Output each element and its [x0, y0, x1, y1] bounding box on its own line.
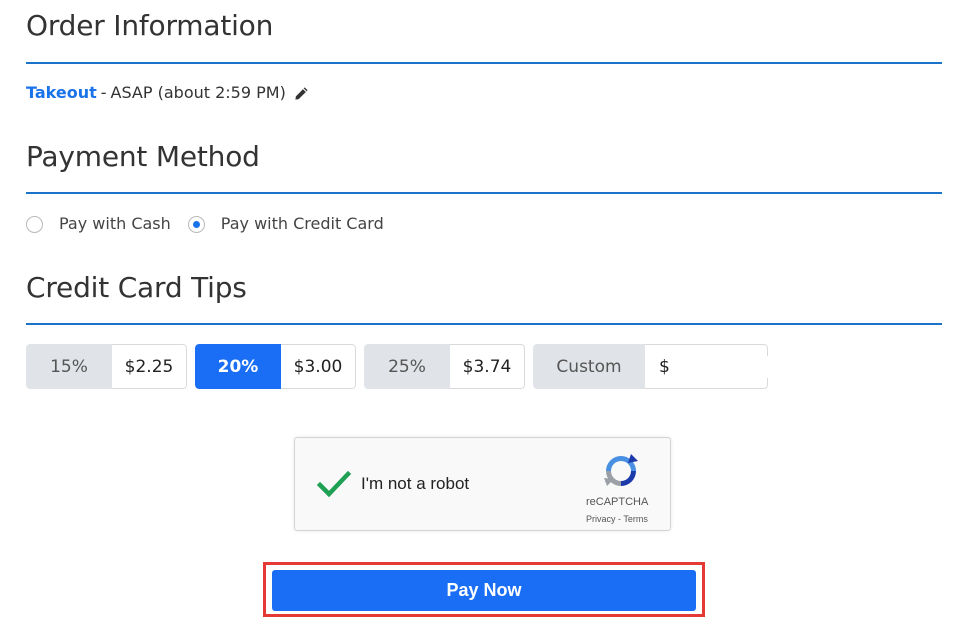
tip-amount[interactable]: $2.25 — [112, 344, 187, 389]
tip-amount[interactable]: $3.74 — [450, 344, 525, 389]
pay-cash-option[interactable]: Pay with Cash — [26, 213, 171, 235]
tip-option-15[interactable]: 15% $2.25 — [26, 344, 187, 389]
recaptcha-link-separator: - — [618, 514, 622, 524]
section-divider — [26, 323, 942, 325]
pay-cash-label: Pay with Cash — [59, 214, 171, 233]
tip-option-20[interactable]: 20% $3.00 — [195, 344, 356, 389]
tip-option-25[interactable]: 25% $3.74 — [364, 344, 525, 389]
pay-now-button[interactable]: Pay Now — [272, 570, 696, 611]
order-timing: ASAP (about 2:59 PM) — [110, 83, 286, 102]
currency-symbol: $ — [659, 356, 670, 377]
recaptcha-links: Privacy - Terms — [586, 514, 648, 524]
pay-credit-card-label: Pay with Credit Card — [220, 214, 384, 233]
section-divider — [26, 62, 942, 64]
recaptcha-terms-link[interactable]: Terms — [623, 514, 648, 524]
pay-credit-card-option[interactable]: Pay with Credit Card — [187, 213, 384, 235]
pay-cash-radio[interactable] — [26, 215, 43, 233]
tip-amount[interactable]: $3.00 — [281, 344, 356, 389]
order-information-title: Order Information — [26, 9, 274, 42]
order-summary: Takeout - ASAP (about 2:59 PM) — [26, 82, 309, 104]
recaptcha-logo-icon — [601, 451, 641, 491]
tip-percent[interactable]: 20% — [195, 344, 281, 389]
tip-custom-label[interactable]: Custom — [533, 344, 645, 389]
payment-options: Pay with Cash Pay with Credit Card — [26, 213, 401, 235]
payment-method-title: Payment Method — [26, 140, 260, 173]
recaptcha-label: I'm not a robot — [361, 474, 470, 493]
tip-custom-input[interactable] — [673, 355, 768, 378]
tip-percent[interactable]: 25% — [364, 344, 450, 389]
section-divider — [26, 192, 942, 194]
credit-card-tips-title: Credit Card Tips — [26, 271, 247, 304]
checkmark-icon[interactable] — [315, 465, 353, 503]
recaptcha-widget: I'm not a robot reCAPTCHA Privacy - Term… — [294, 437, 671, 531]
recaptcha-privacy-link[interactable]: Privacy — [586, 514, 616, 524]
tip-option-custom[interactable]: Custom $ — [533, 344, 768, 389]
tip-custom-field[interactable]: $ — [645, 344, 768, 389]
pencil-icon[interactable] — [294, 86, 309, 101]
recaptcha-brand: reCAPTCHA — [586, 496, 649, 508]
order-type-link[interactable]: Takeout — [26, 82, 97, 104]
pay-credit-card-radio[interactable] — [187, 215, 205, 233]
order-separator: - — [100, 83, 107, 102]
tip-percent[interactable]: 15% — [26, 344, 112, 389]
